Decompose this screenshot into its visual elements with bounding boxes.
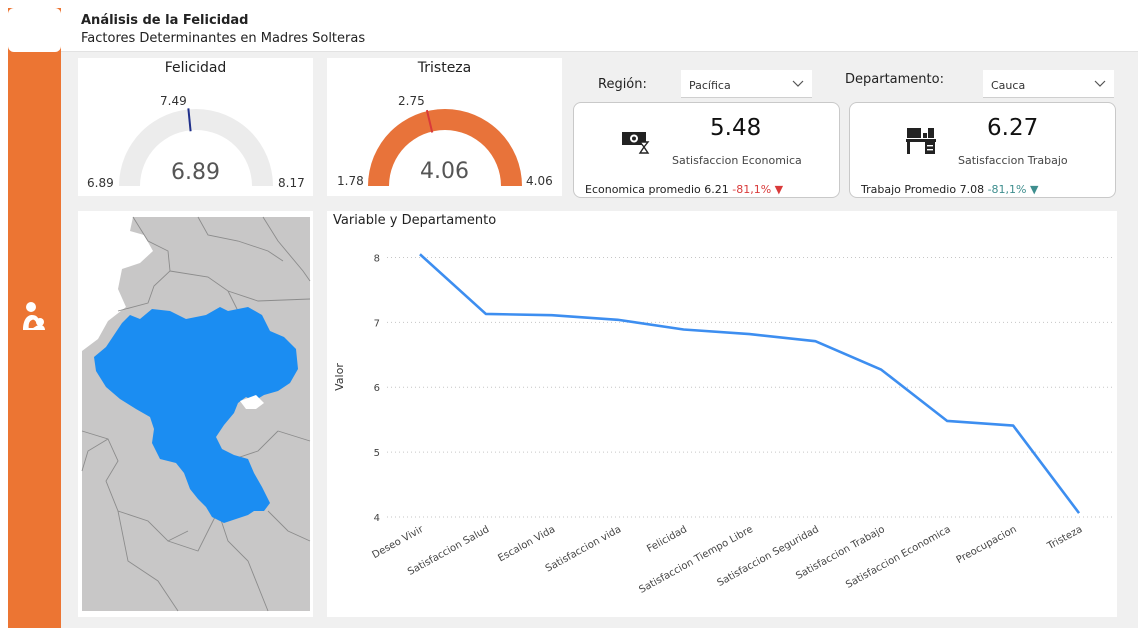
department-map[interactable]: [78, 211, 313, 617]
kpi-card-trabajo[interactable]: 6.27 Satisfaccion Trabajo Trabajo Promed…: [849, 102, 1116, 198]
tristeza-gauge-card[interactable]: Tristeza 2.75 1.78 4.06 4.06: [327, 58, 562, 196]
x-tick-label: Tristeza: [1045, 524, 1085, 553]
line-chart: Valor 45678 Deseo VivirSatisfaccion Salu…: [333, 253, 1112, 596]
report-canvas: Análisis de la Felicidad Factores Determ…: [0, 0, 1140, 643]
kpi-label: Satisfaccion Trabajo: [958, 154, 1068, 167]
report-title: Análisis de la Felicidad: [81, 13, 249, 28]
region-dropdown-value: Pacífica: [689, 79, 731, 92]
money-hourglass-icon: [622, 132, 650, 154]
kpi-card-economica[interactable]: 5.48 Satisfaccion Economica Economica pr…: [573, 102, 840, 198]
x-tick-label: Satisfaccion Economica: [844, 524, 953, 591]
kpi-change: -81,1%: [732, 183, 772, 196]
departamento-dropdown[interactable]: Cauca: [983, 70, 1114, 98]
x-tick-label: Preocupacion: [955, 524, 1019, 566]
y-tick-label: 8: [374, 253, 380, 264]
y-tick-label: 4: [374, 513, 380, 524]
gauge-target-label: 2.75: [398, 94, 425, 108]
gauge-target-label: 7.49: [160, 94, 187, 108]
region-filter-label: Región:: [598, 77, 647, 92]
chevron-down-icon: [1094, 80, 1106, 87]
y-tick-label: 7: [374, 318, 380, 329]
kpi-footer: Economica promedio 6.21 -81,1% ▼: [585, 183, 783, 196]
series-line: [419, 253, 1081, 514]
office-desk-icon: [906, 128, 936, 154]
region-dropdown[interactable]: Pacífica: [681, 70, 812, 98]
line-chart-card[interactable]: Variable y Departamento Valor 45678 Dese…: [327, 211, 1117, 617]
down-arrow-icon: ▼: [1029, 183, 1039, 196]
x-tick-label: Escalon Vida: [496, 524, 557, 564]
y-tick-label: 5: [374, 448, 380, 459]
y-tick-label: 6: [374, 383, 380, 394]
kpi-label: Satisfaccion Economica: [672, 154, 802, 167]
sidebar-logo-slot: [8, 8, 61, 52]
gauge-value: 4.06: [420, 159, 469, 184]
kpi-value: 5.48: [710, 115, 762, 141]
felicidad-gauge-card[interactable]: Felicidad 7.49 6.89 8.17 6.89: [78, 58, 313, 196]
departamento-dropdown-value: Cauca: [991, 79, 1026, 92]
y-axis-label: Valor: [333, 363, 346, 391]
kpi-footer: Trabajo Promedio 7.08 -81,1% ▼: [861, 183, 1038, 196]
x-tick-label: Deseo Vivir: [370, 524, 426, 562]
down-arrow-icon: ▼: [774, 183, 784, 196]
chevron-down-icon: [792, 80, 804, 87]
report-subtitle: Factores Determinantes en Madres Soltera…: [81, 31, 366, 46]
kpi-average: Economica promedio 6.21: [585, 183, 729, 196]
map-card[interactable]: [78, 211, 313, 617]
report-header: Análisis de la Felicidad Factores Determ…: [61, 8, 1138, 52]
x-tick-label: Felicidad: [645, 524, 689, 555]
departamento-filter-label: Departamento:: [845, 72, 944, 87]
kpi-change: -81,1%: [987, 183, 1027, 196]
x-tick-label: Satisfaccion Tiempo Libre: [637, 524, 755, 596]
kpi-average: Trabajo Promedio 7.08: [861, 183, 985, 196]
gauge-value: 6.89: [171, 160, 220, 185]
kpi-value: 6.27: [987, 115, 1039, 141]
mother-child-icon[interactable]: [19, 300, 49, 334]
